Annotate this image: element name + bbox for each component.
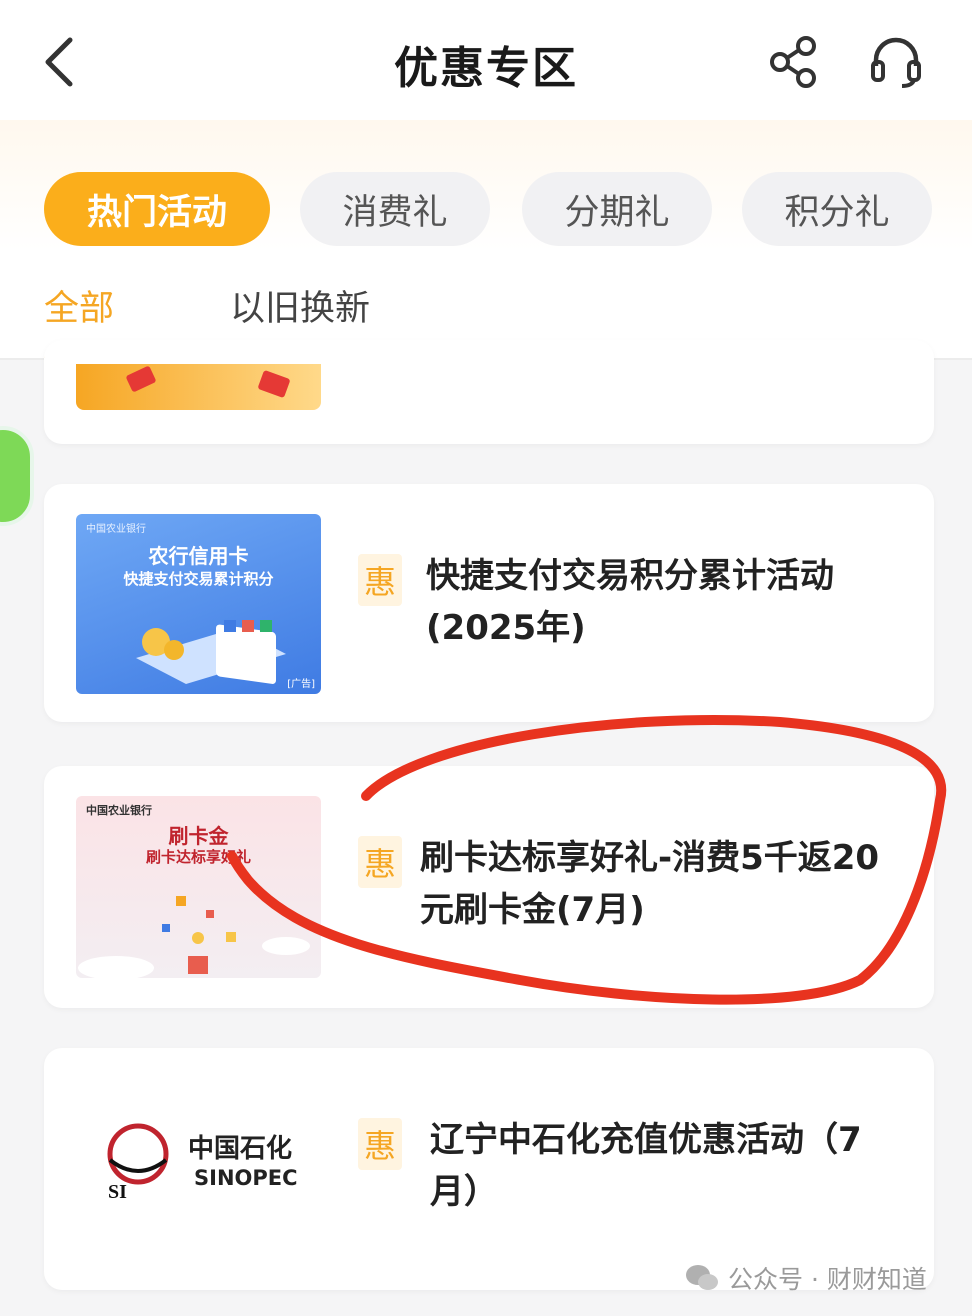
thumb-subheading: 刷卡达标享好礼 xyxy=(145,848,251,866)
discount-badge: 惠 xyxy=(358,836,402,888)
red-envelope-icon xyxy=(126,366,290,398)
top-nav-bar: 优惠专区 xyxy=(0,0,972,120)
watermark: 公众号 · 财财知道 xyxy=(684,1260,927,1296)
item-thumbnail: 中国农业银行 农行信用卡 快捷支付交易累计积分 [广告] xyxy=(76,514,321,694)
list-item[interactable]: SI 中国石化 SINOPEC 惠 辽宁中石化充值优惠活动（7 月） xyxy=(44,1048,934,1290)
sinopec-logo-icon: SI xyxy=(107,1123,169,1202)
item-thumbnail: SI 中国石化 SINOPEC xyxy=(76,1080,321,1258)
confetti-illustration-icon xyxy=(78,896,310,978)
logo-text-en: SINOPEC xyxy=(194,1166,298,1190)
customer-service-button[interactable] xyxy=(868,32,924,90)
logo-text-cn: 中国石化 xyxy=(188,1134,293,1164)
item-thumbnail: 中国农业银行 刷卡金 刷卡达标享好礼 xyxy=(76,796,321,978)
bank-label: 中国农业银行 xyxy=(86,524,146,535)
list-item-partial[interactable] xyxy=(44,340,934,444)
item-title-line1: 辽宁中石化充值优惠活动（7 xyxy=(430,1120,862,1160)
tab-installment-gift[interactable]: 分期礼 xyxy=(522,172,712,246)
phone-illustration-icon xyxy=(136,620,286,684)
share-icon xyxy=(770,36,816,88)
list-item[interactable]: 中国农业银行 刷卡金 刷卡达标享好礼 惠 刷卡达标享好礼-消费5千返20 元刷卡… xyxy=(44,766,934,1008)
item-title-line1: 快捷支付交易积分累计活动 xyxy=(426,556,834,596)
thumb-subheading: 快捷支付交易累计积分 xyxy=(123,570,274,588)
tabs-area: 热门活动 消费礼 分期礼 积分礼 全部 以旧换新 xyxy=(0,120,972,360)
floating-assistant-button[interactable] xyxy=(0,426,34,526)
item-title-line2: (2025年) xyxy=(426,608,586,648)
ad-tag: [广告] xyxy=(287,679,315,690)
thumb-heading: 农行信用卡 xyxy=(148,544,249,568)
headset-icon xyxy=(871,37,921,88)
item-title-line2: 月） xyxy=(430,1172,498,1212)
page-title: 优惠专区 xyxy=(394,43,578,94)
item-title-line1: 刷卡达标享好礼-消费5千返20 xyxy=(420,838,880,878)
share-button[interactable] xyxy=(766,34,822,90)
thumb-heading: 刷卡金 xyxy=(168,824,229,848)
tab-points-gift[interactable]: 积分礼 xyxy=(742,172,932,246)
watermark-text: 公众号 · 财财知道 xyxy=(728,1265,927,1294)
item-title-line2: 元刷卡金(7月) xyxy=(420,890,645,930)
item-thumbnail-partial xyxy=(76,364,321,410)
wechat-icon xyxy=(686,1265,718,1290)
subtab-all[interactable]: 全部 xyxy=(44,280,114,331)
svg-text:SI: SI xyxy=(108,1181,127,1202)
subtab-trade-in[interactable]: 以旧换新 xyxy=(230,280,370,331)
bank-label: 中国农业银行 xyxy=(86,804,152,817)
discount-badge: 惠 xyxy=(358,554,402,606)
discount-badge: 惠 xyxy=(358,1118,402,1170)
tab-hot-activities[interactable]: 热门活动 xyxy=(44,172,270,246)
list-item[interactable]: 中国农业银行 农行信用卡 快捷支付交易累计积分 [广告] 惠 快捷支付交易积分累… xyxy=(44,484,934,722)
tab-consumption-gift[interactable]: 消费礼 xyxy=(300,172,490,246)
